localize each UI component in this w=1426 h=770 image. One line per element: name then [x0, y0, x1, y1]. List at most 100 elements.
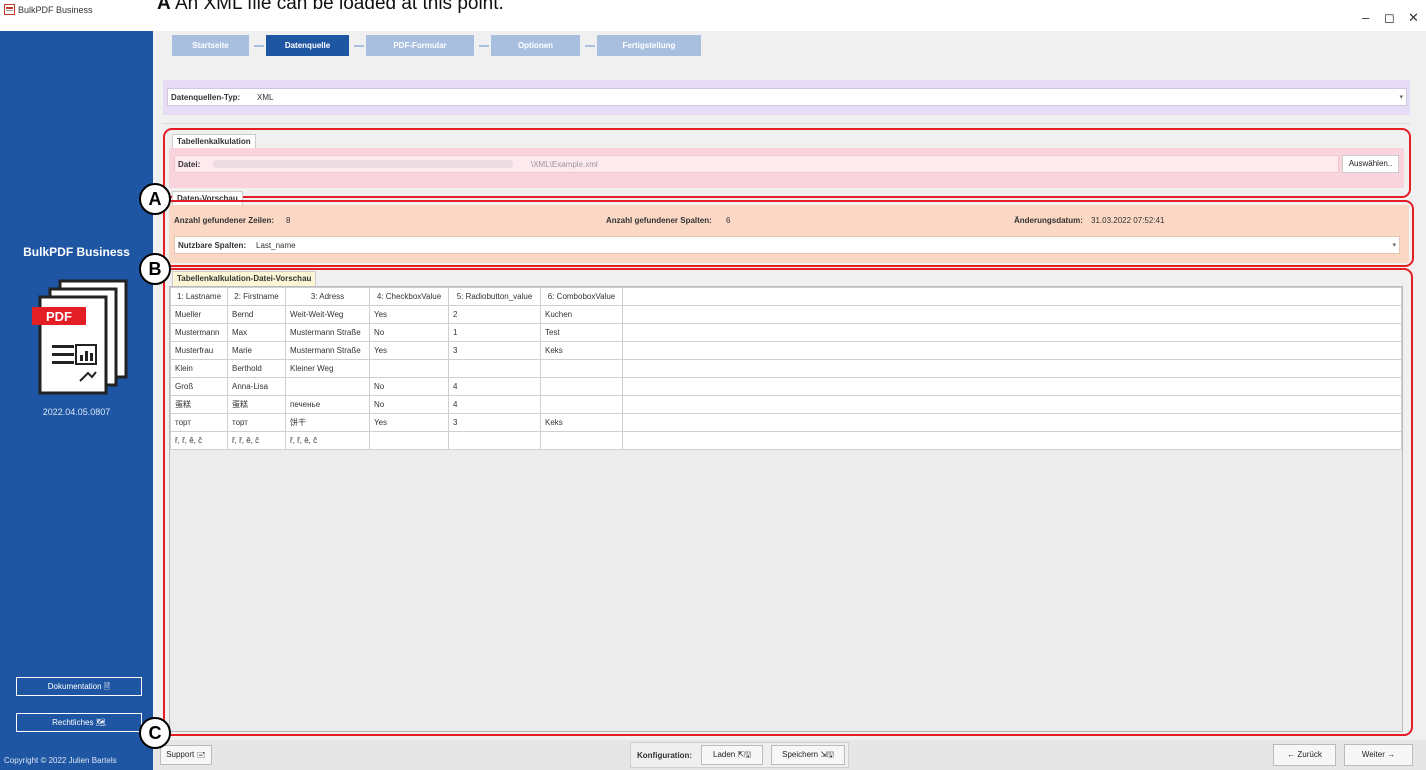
table-cell: Klein [170, 359, 228, 378]
step-separator [254, 45, 264, 47]
table-cell-filler [622, 341, 1402, 360]
chevron-down-icon: ▾ [1392, 242, 1396, 249]
table-cell: Anna-Lisa [227, 377, 286, 396]
app-icon [4, 4, 15, 15]
minimize-button[interactable]: – [1362, 10, 1369, 25]
table-row[interactable]: Mustermann Max Mustermann Straße No 1 Te… [170, 323, 1402, 342]
table-cell: торт [170, 413, 228, 432]
data-preview-panel: Anzahl gefundener Zeilen: 8 Anzahl gefun… [169, 205, 1409, 263]
step-datenquelle[interactable]: Datenquelle [266, 35, 349, 56]
table-cell: 3 [448, 341, 541, 360]
table-cell: Yes [369, 413, 449, 432]
table-cell: Mustermann Straße [285, 323, 370, 342]
legal-button[interactable]: Rechtliches 🗺 [16, 713, 142, 732]
table-row[interactable]: Groß Anna-Lisa No 4 [170, 377, 1402, 396]
column-header[interactable]: 6: ComboboxValue [540, 287, 623, 306]
table-cell: печенье [285, 395, 370, 414]
table-cell-filler [622, 305, 1402, 324]
table-row[interactable]: ř, ř, ě, č ř, ř, ě, č ř, ř, ě, č [170, 431, 1402, 450]
support-button[interactable]: Support 🖃 [160, 745, 212, 765]
table-cell: 2 [448, 305, 541, 324]
table-cell: Mueller [170, 305, 228, 324]
file-preview-panel[interactable]: 1: Lastname 2: Firstname 3: Adress 4: Ch… [169, 286, 1403, 732]
spreadsheet-panel: Datei: \XML\Example.xml Auswählen.. [169, 148, 1404, 188]
table-row[interactable]: торт торт 饼干 Yes 3 Keks [170, 413, 1402, 432]
back-button[interactable]: ← Zurück [1273, 744, 1336, 766]
file-path-field[interactable]: Datei: \XML\Example.xml [174, 155, 1339, 173]
close-button[interactable]: ✕ [1408, 10, 1419, 26]
table-cell: Kleiner Weg [285, 359, 370, 378]
column-header[interactable]: 3: Adress [285, 287, 370, 306]
pdf-logo-text: PDF [46, 309, 72, 324]
load-config-button[interactable]: Laden ⇱🖫 [701, 745, 763, 765]
choose-file-button[interactable]: Auswählen.. [1342, 155, 1399, 173]
table-cell: 3 [448, 413, 541, 432]
column-header[interactable]: 5: Radiobutton_value [448, 287, 541, 306]
marker-c: C [139, 717, 171, 749]
step-optionen[interactable]: Optionen [491, 35, 580, 56]
table-cell-filler [622, 395, 1402, 414]
table-cell: No [369, 377, 449, 396]
pdf-logo-icon: PDF [32, 279, 128, 395]
usable-columns-value: Last_name [256, 241, 296, 250]
rows-count-value: 8 [286, 216, 291, 225]
datasource-type-label: Datenquellen-Typ: [171, 93, 241, 102]
table-cell: 饼干 [285, 413, 370, 432]
table-cell: 4 [448, 395, 541, 414]
table-cell: ř, ř, ě, č [227, 431, 286, 450]
table-cell: Test [540, 323, 623, 342]
table-cell: ř, ř, ě, č [285, 431, 370, 450]
caption-letter: A [157, 0, 171, 14]
table-cell: 1 [448, 323, 541, 342]
table-cell-filler [622, 359, 1402, 378]
column-header[interactable]: 4: CheckboxValue [369, 287, 449, 306]
caption-sentence: An XML file can be loaded at this point. [170, 0, 504, 14]
table-cell: Keks [540, 341, 623, 360]
table-row[interactable]: Musterfrau Marie Mustermann Straße Yes 3… [170, 341, 1402, 360]
table-cell: Berthold [227, 359, 286, 378]
documentation-button[interactable]: Dokumentation 🗎 [16, 677, 142, 696]
table-cell: ř, ř, ě, č [170, 431, 228, 450]
table-cell: Yes [369, 341, 449, 360]
maximize-button[interactable]: ◻ [1384, 10, 1395, 26]
preview-table[interactable]: 1: Lastname 2: Firstname 3: Adress 4: Ch… [170, 287, 1402, 450]
column-header[interactable]: 2: Firstname [227, 287, 286, 306]
table-cell-filler [622, 431, 1402, 450]
table-cell: 4 [448, 377, 541, 396]
table-cell: No [369, 323, 449, 342]
table-cell: Max [227, 323, 286, 342]
datasource-type-select[interactable]: Datenquellen-Typ: XML ▾ [167, 88, 1407, 106]
table-cell [369, 359, 449, 378]
column-header[interactable]: 1: Lastname [170, 287, 228, 306]
table-cell [448, 359, 541, 378]
datasource-type-value: XML [257, 93, 274, 102]
sidebar: BulkPDF Business PDF 2022.04.05.0807 Dok… [0, 31, 153, 770]
table-row[interactable]: Klein Berthold Kleiner Weg [170, 359, 1402, 378]
table-cell: Yes [369, 305, 449, 324]
column-header-filler [622, 287, 1402, 306]
table-cell [540, 431, 623, 450]
usable-columns-select[interactable]: Nutzbare Spalten: Last_name ▾ [174, 236, 1400, 254]
table-cell [540, 395, 623, 414]
divider [163, 123, 1410, 124]
title-bar: BulkPDF Business A An XML file can be lo… [0, 0, 1426, 31]
config-label: Konfiguration: [637, 751, 693, 760]
table-cell: Marie [227, 341, 286, 360]
next-button[interactable]: Weiter → [1344, 744, 1413, 766]
save-config-button[interactable]: Speichern ⇲🖫 [771, 745, 845, 765]
table-cell: Musterfrau [170, 341, 228, 360]
step-startseite[interactable]: Startseite [172, 35, 249, 56]
spreadsheet-title: Tabellenkalkulation [172, 134, 256, 149]
table-cell: торт [227, 413, 286, 432]
table-row[interactable]: 蛋糕 蛋糕 печенье No 4 [170, 395, 1402, 414]
table-cell: Mustermann Straße [285, 341, 370, 360]
table-row[interactable]: Mueller Bernd Weit-Weit-Weg Yes 2 Kuchen [170, 305, 1402, 324]
step-separator [354, 45, 364, 47]
marker-b: B [139, 253, 171, 285]
table-cell: Groß [170, 377, 228, 396]
table-cell [540, 359, 623, 378]
table-cell: 蛋糕 [170, 395, 228, 414]
datasource-type-panel: Datenquellen-Typ: XML ▾ [163, 80, 1410, 115]
step-pdf-formular[interactable]: PDF-Formular [366, 35, 474, 56]
step-fertigstellung[interactable]: Fertigstellung [597, 35, 701, 56]
